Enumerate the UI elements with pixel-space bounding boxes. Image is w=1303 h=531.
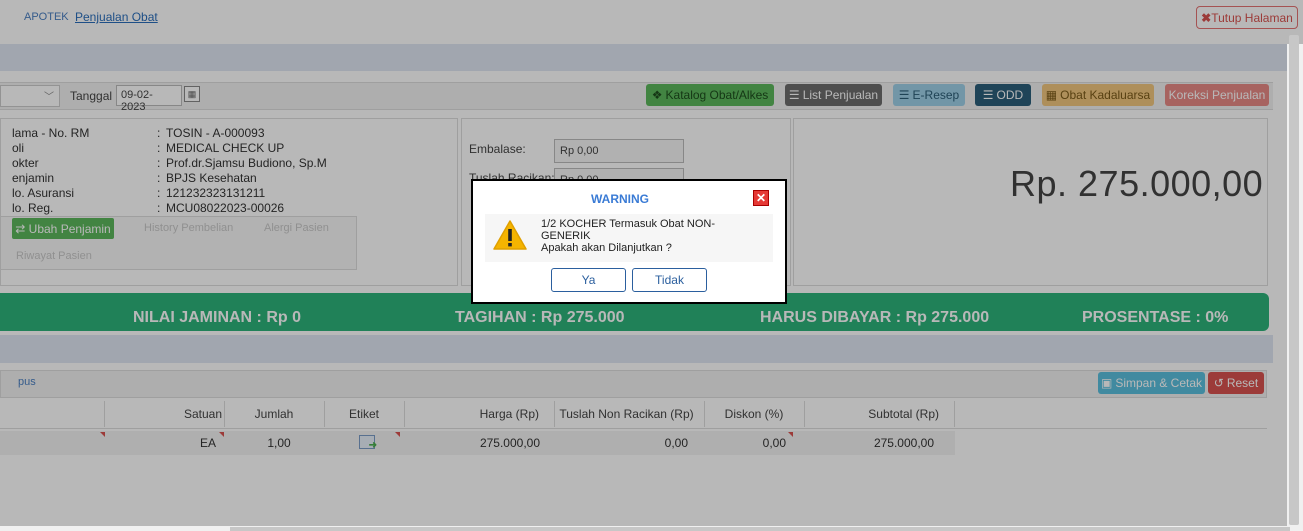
yes-button[interactable]: Ya — [551, 268, 626, 292]
warning-icon — [493, 220, 527, 250]
dialog-message-line: 1/2 KOCHER Termasuk Obat NON- — [541, 218, 716, 230]
dialog-message-line: GENERIK — [541, 230, 591, 242]
dialog-message: 1/2 KOCHER Termasuk Obat NON- GENERIK Ap… — [541, 218, 741, 254]
horizontal-scrollbar-thumb[interactable] — [230, 527, 1290, 531]
dialog-title: WARNING — [591, 192, 649, 206]
no-button[interactable]: Tidak — [632, 268, 707, 292]
close-icon[interactable]: ✕ — [753, 190, 769, 206]
vertical-scrollbar-thumb[interactable] — [1289, 35, 1299, 525]
dialog-message-line: Apakah akan Dilanjutkan ? — [541, 242, 672, 254]
